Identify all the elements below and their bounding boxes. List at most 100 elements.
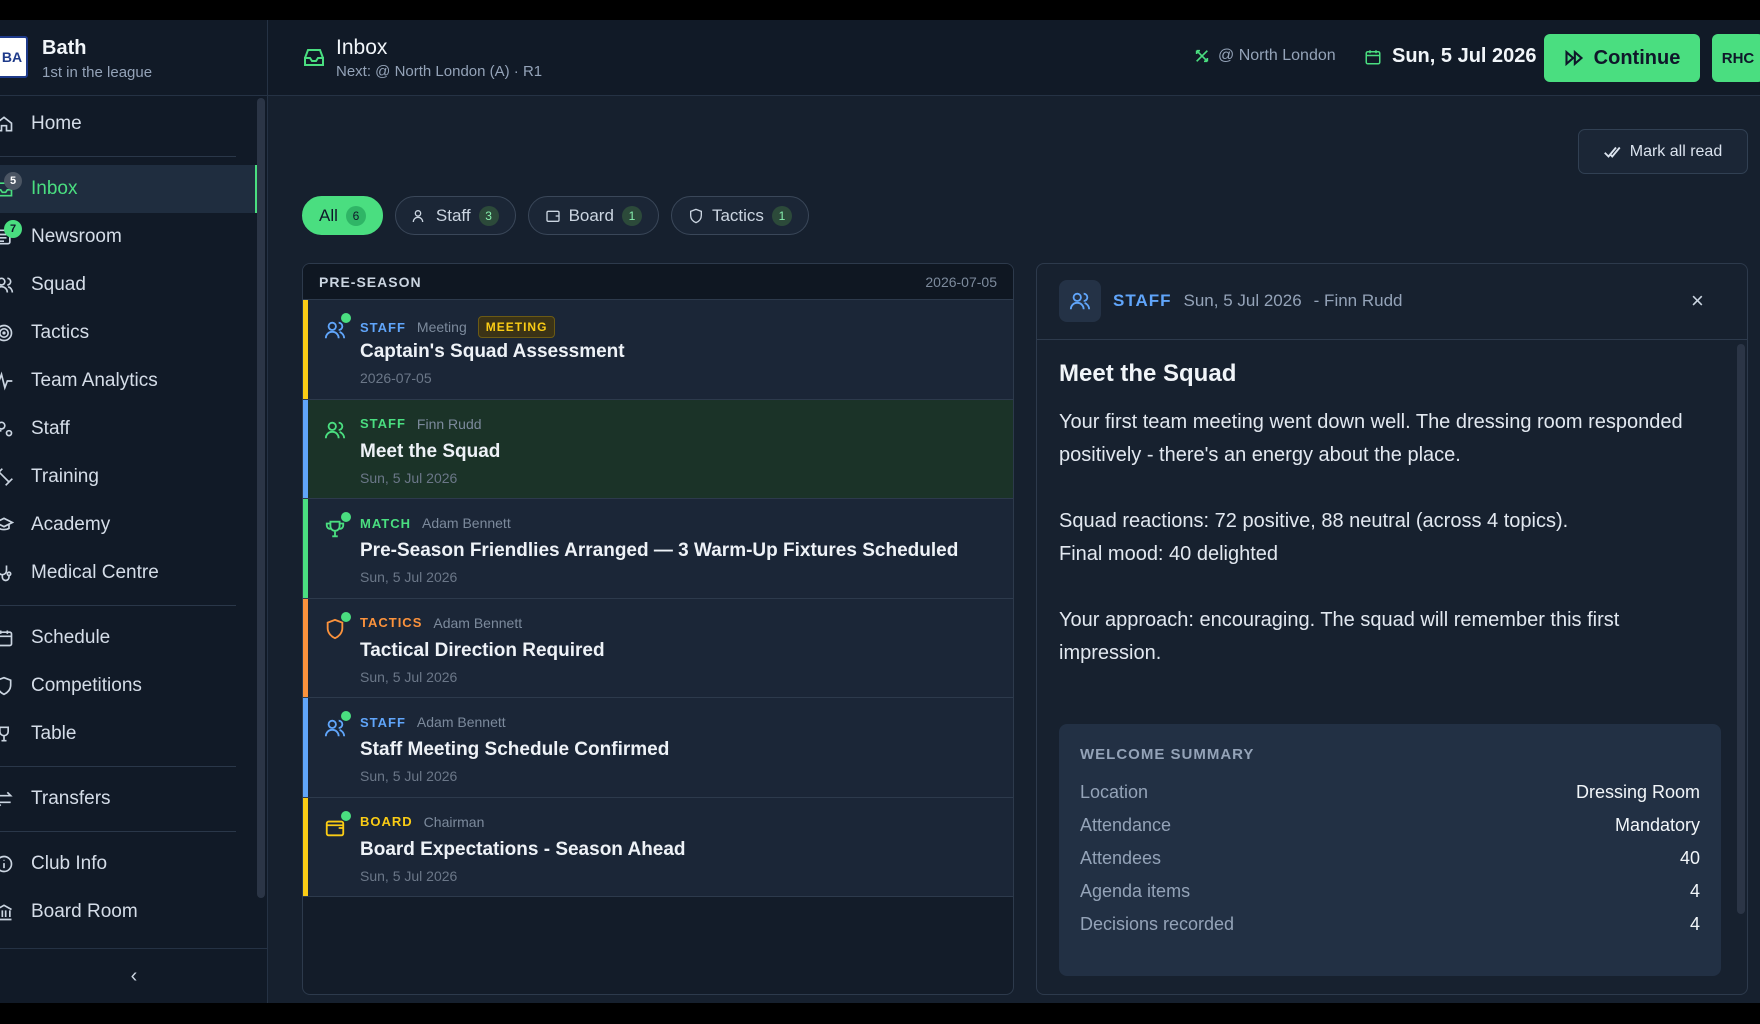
sidebar-item-staff[interactable]: Staff [0, 405, 258, 453]
sidebar-item-training[interactable]: Training [0, 453, 258, 501]
list-item[interactable]: STAFF Finn Rudd Meet the Squad Sun, 5 Ju… [303, 399, 1013, 499]
body-paragraph: Your approach: encouraging. The squad wi… [1059, 609, 1620, 664]
message-subject: Pre-Season Friendlies Arranged — 3 Warm-… [360, 540, 959, 561]
close-icon[interactable]: × [1691, 288, 1704, 314]
summary-value: 4 [1689, 914, 1700, 934]
collapse-sidebar-button[interactable]: ‹ [0, 948, 268, 1003]
list-item[interactable]: TACTICS Adam Bennett Tactical Direction … [303, 598, 1013, 698]
shield-icon [689, 208, 702, 223]
filter-board[interactable]: Board 1 [527, 196, 659, 235]
wallet-icon [545, 210, 560, 222]
summary-value: Mandatory [1614, 815, 1700, 835]
sidebar-nav: Home 5 Inbox 7 Newsroom Squad Tactics Te… [0, 100, 258, 936]
message-from: Adam Bennett [433, 614, 523, 631]
detail-scrollbar[interactable] [1737, 344, 1745, 914]
summary-key: Location [1080, 782, 1149, 802]
message-subject: Captain's Squad Assessment [360, 341, 625, 362]
filter-label: Staff [435, 205, 471, 225]
club-position: 1st in the league [42, 64, 153, 81]
message-from: Finn Rudd [416, 415, 482, 432]
sidebar-scrollbar[interactable] [257, 98, 265, 898]
sender-badge [1059, 280, 1101, 322]
divider [0, 766, 236, 767]
continue-button[interactable]: Continue [1544, 34, 1700, 82]
welcome-summary-card: WELCOME SUMMARY Location Dressing Room At… [1059, 724, 1721, 976]
list-item[interactable]: STAFF Adam Bennett Staff Meeting Schedul… [303, 698, 1013, 798]
sidebar-item-newsroom[interactable]: 7 Newsroom [0, 213, 258, 261]
continue-label: Continue [1593, 46, 1681, 69]
summary-row: Agenda items 4 [1080, 881, 1700, 902]
sidebar-item-label: Medical Centre [31, 562, 159, 583]
detail-category: STAFF [1113, 291, 1172, 310]
list-item[interactable]: BOARD Chairman Board Expectations - Seas… [303, 797, 1013, 897]
sidebar-item-label: Table [31, 723, 77, 744]
message-date: Sun, 5 Jul 2026 [360, 768, 458, 784]
sidebar-item-squad[interactable]: Squad [0, 261, 258, 309]
summary-row: Attendees 40 [1080, 848, 1700, 869]
info-icon [0, 855, 13, 873]
sidebar-item-club-info[interactable]: Club Info [0, 840, 258, 888]
sidebar-item-label: Home [31, 113, 82, 134]
sidebar-item-schedule[interactable]: Schedule [0, 614, 258, 662]
sidebar-item-label: Schedule [31, 627, 111, 648]
avatar[interactable]: RHC [1712, 34, 1760, 82]
sidebar-item-label: Academy [31, 514, 111, 535]
section-date: 2026-07-05 [925, 273, 997, 290]
sidebar-item-table[interactable]: Table [0, 710, 258, 758]
sidebar-item-academy[interactable]: Academy [0, 501, 258, 549]
list-item[interactable]: STAFF Meeting MEETING Captain's Squad As… [303, 300, 1013, 400]
divider [0, 156, 236, 157]
shield-icon [0, 676, 12, 696]
summary-row: Attendance Mandatory [1080, 815, 1700, 836]
message-from: Adam Bennett [416, 714, 506, 730]
body-paragraph: Squad reactions: 72 positive, 88 neutral… [1059, 510, 1569, 565]
filter-tactics[interactable]: Tactics 1 [670, 196, 809, 235]
message-category: STAFF [360, 416, 406, 431]
message-date: 2026-07-05 [360, 370, 432, 386]
unread-dot [341, 611, 351, 622]
filter-label: All [319, 205, 338, 225]
divider [0, 605, 236, 606]
body-paragraph: Your first team meeting went down well. … [1059, 411, 1683, 466]
sidebar-item-label: Inbox [31, 178, 78, 199]
list-item[interactable]: MATCH Adam Bennett Pre-Season Friendlies… [303, 499, 1013, 599]
detail-meta: STAFF Sun, 5 Jul 2026 - Finn Rudd [1113, 291, 1403, 311]
sidebar-item-tactics[interactable]: Tactics [0, 309, 258, 357]
message-date: Sun, 5 Jul 2026 [360, 469, 458, 486]
message-from: Chairman [423, 813, 485, 830]
next-venue[interactable]: @ North London [1194, 47, 1336, 65]
message-meta: STAFF Finn Rudd [360, 416, 482, 432]
sidebar-item-board-room[interactable]: Board Room [0, 888, 258, 936]
dumbbell-icon [0, 468, 13, 486]
summary-title: WELCOME SUMMARY [1080, 746, 1255, 763]
sidebar-item-medical-centre[interactable]: Medical Centre [0, 549, 258, 597]
sidebar-item-inbox[interactable]: 5 Inbox [0, 165, 258, 213]
message-subject: Staff Meeting Schedule Confirmed [360, 739, 670, 760]
sidebar-item-team-analytics[interactable]: Team Analytics [0, 357, 258, 405]
sidebar-item-transfers[interactable]: Transfers [0, 775, 258, 823]
summary-value: 4 [1689, 881, 1700, 901]
users-icon [412, 209, 424, 222]
filter-count: 1 [771, 205, 792, 226]
message-from: Adam Bennett [421, 515, 511, 531]
filter-staff[interactable]: Staff 3 [394, 196, 516, 235]
club-header[interactable]: BA Bath 1st in the league [0, 20, 268, 96]
detail-from: - Finn Rudd [1313, 291, 1403, 310]
list-section-header: PRE-SEASON 2026-07-05 [303, 264, 1013, 300]
sidebar-item-label: Board Room [31, 901, 138, 922]
graduation-cap-icon [0, 517, 14, 531]
summary-key: Attendance [1080, 815, 1172, 835]
summary-key: Agenda items [1080, 881, 1191, 901]
sidebar-item-label: Tactics [31, 322, 90, 343]
filter-all[interactable]: All 6 [302, 196, 383, 235]
sidebar-item-label: Transfers [31, 788, 111, 809]
sidebar-item-home[interactable]: Home [0, 100, 258, 148]
unread-dot [341, 810, 351, 821]
message-subject: Board Expectations - Season Ahead [360, 838, 686, 860]
message-date: Sun, 5 Jul 2026 [360, 569, 458, 585]
sidebar-item-competitions[interactable]: Competitions [0, 662, 258, 710]
mark-all-read-button[interactable]: Mark all read [1578, 129, 1748, 174]
message-list: PRE-SEASON 2026-07-05 STAFF Meeting MEET… [302, 263, 1014, 995]
message-tag: MEETING [477, 316, 556, 338]
message-meta: MATCH Adam Bennett [360, 515, 511, 531]
